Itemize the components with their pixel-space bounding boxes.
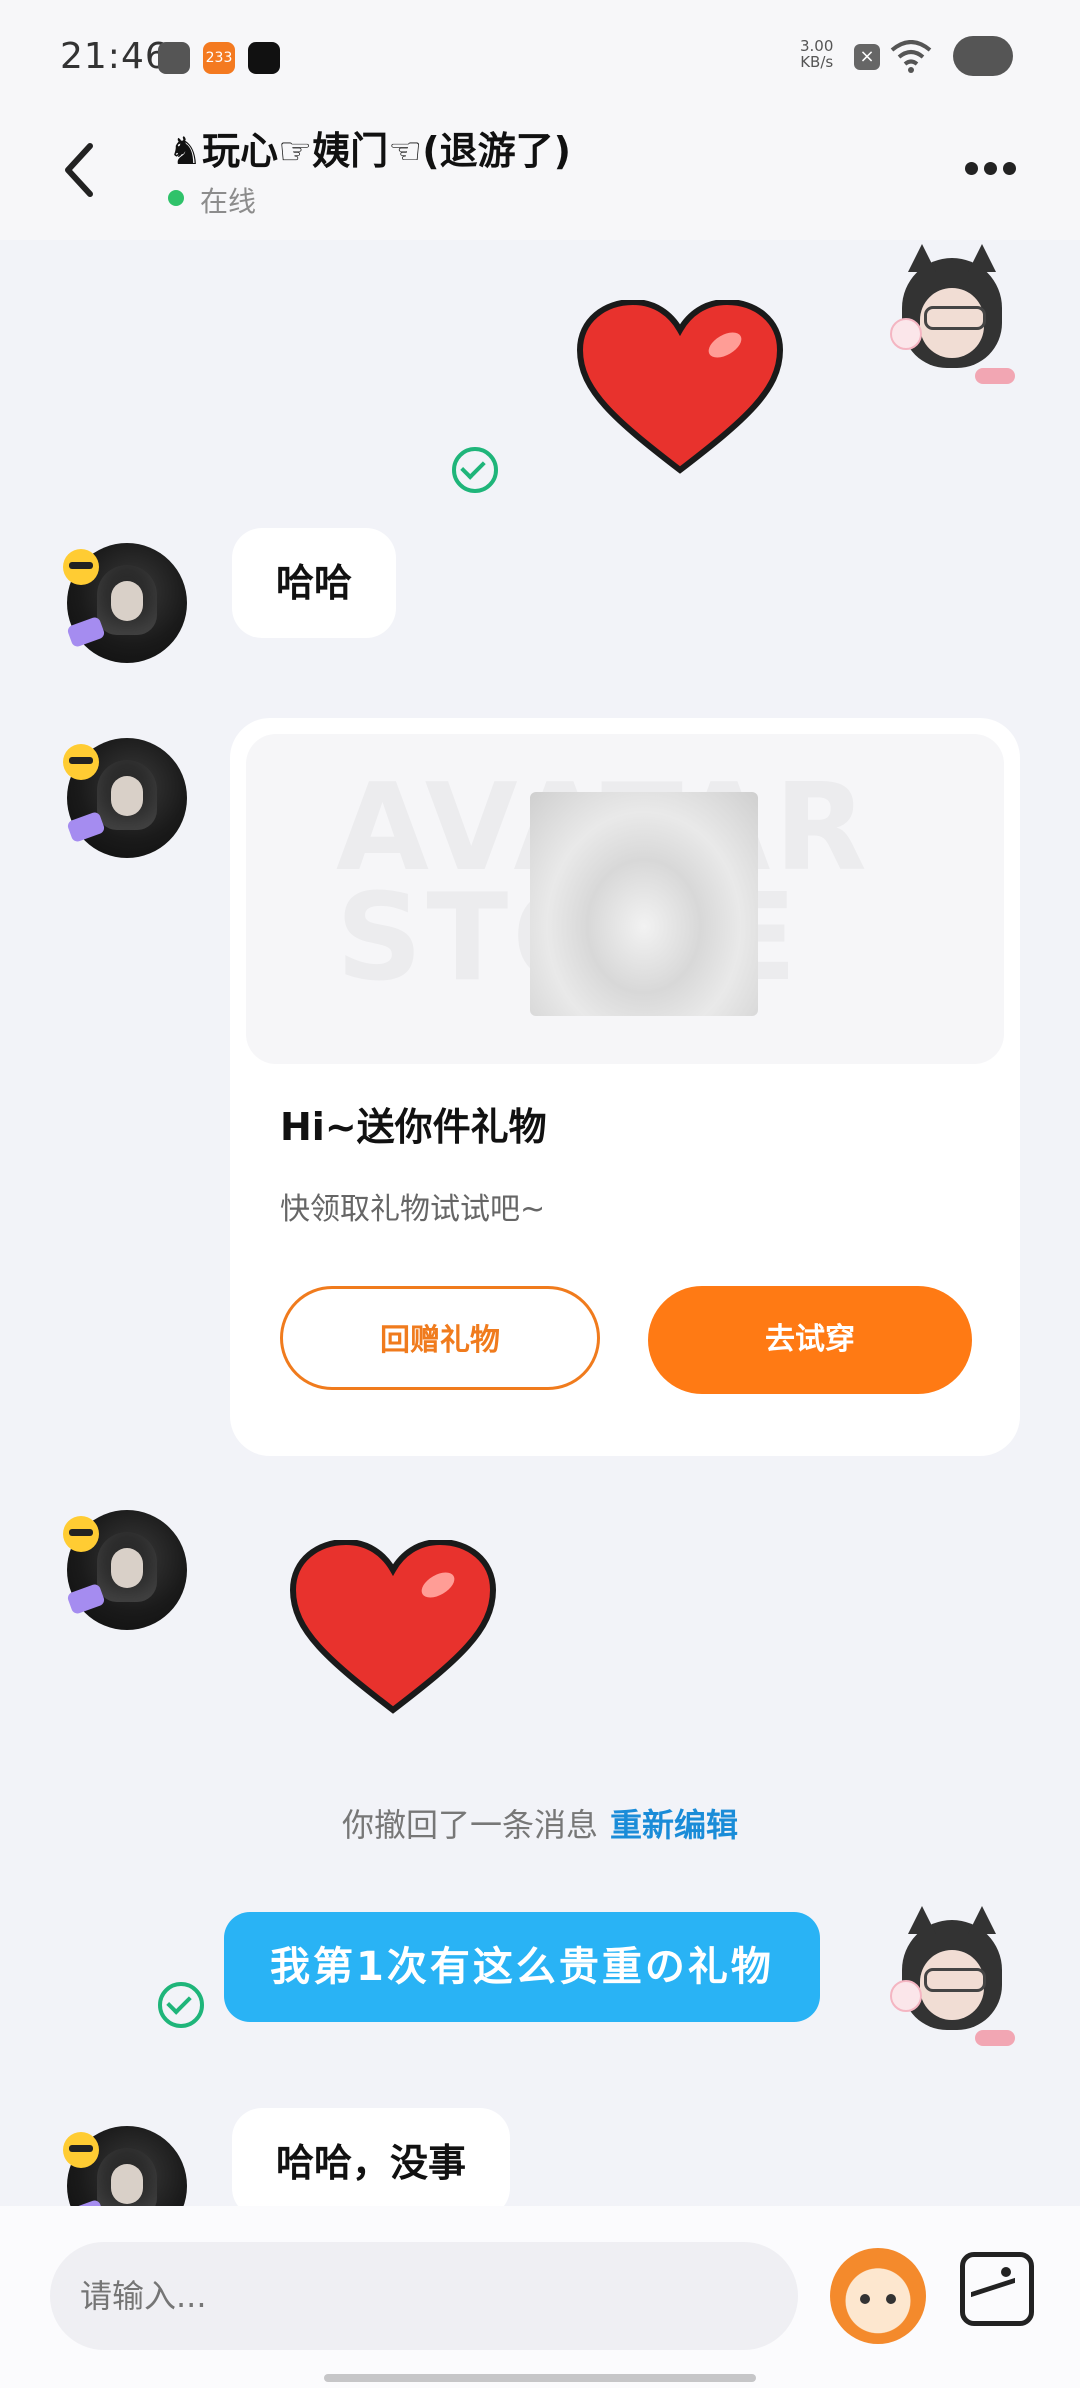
online-status-dot — [168, 190, 184, 206]
mask-icon — [158, 42, 190, 74]
re-edit-link[interactable]: 重新编辑 — [610, 1806, 738, 1844]
message-bubble-sent[interactable]: 我第1次有这么贵重の礼物 — [224, 1912, 820, 2022]
mascot-emoji-icon[interactable] — [830, 2248, 926, 2344]
status-time: 21:46 — [60, 36, 169, 77]
my-avatar[interactable] — [880, 1906, 1020, 2060]
net-speed: 3.00 KB/s — [800, 38, 833, 70]
net-speed-value: 3.00 — [800, 37, 834, 55]
contact-avatar[interactable] — [63, 738, 187, 858]
message-bubble-received[interactable]: 哈哈，没事 — [232, 2108, 511, 2218]
recall-notice-text: 你撤回了一条消息 — [341, 1806, 598, 1844]
message-input[interactable] — [50, 2242, 798, 2350]
net-speed-unit: KB/s — [800, 53, 834, 71]
heart-sticker-sent[interactable] — [575, 300, 785, 480]
try-on-button[interactable]: 去试穿 — [648, 1286, 972, 1394]
message-bubble-received[interactable]: 哈哈 — [232, 528, 397, 638]
gift-item-image — [530, 792, 758, 1016]
read-check-icon — [158, 1982, 204, 2028]
home-indicator[interactable] — [324, 2374, 756, 2382]
wifi-icon — [890, 40, 932, 73]
close-badge-icon: × — [854, 44, 880, 70]
more-options-icon[interactable] — [965, 160, 1025, 180]
gift-subtitle: 快领取礼物试试吧~ — [280, 1192, 546, 1227]
heart-sticker-received[interactable] — [288, 1540, 498, 1720]
recall-notice: 你撤回了一条消息 重新编辑 — [0, 1800, 1080, 1846]
contact-avatar[interactable] — [63, 1510, 187, 1630]
gift-title: Hi~送你件礼物 — [280, 1105, 547, 1149]
tiktok-icon — [248, 42, 280, 74]
online-status-text: 在线 — [200, 185, 257, 218]
back-arrow-icon[interactable] — [60, 140, 100, 200]
my-avatar[interactable] — [880, 244, 1020, 398]
app-233-badge: 233 — [205, 50, 233, 66]
gift-banner: AVATAR STORE — [246, 734, 1004, 1064]
gift-card[interactable]: AVATAR STORE Hi~送你件礼物 快领取礼物试试吧~ 回赠礼物 去试穿 — [230, 718, 1020, 1456]
app-233-icon: 233 — [203, 42, 235, 74]
read-check-icon — [452, 447, 498, 493]
cloud-icon — [953, 36, 1013, 76]
chat-title[interactable]: ♞玩心☞姨门☜(退游了) — [168, 120, 571, 175]
return-gift-button[interactable]: 回赠礼物 — [280, 1286, 600, 1390]
contact-avatar[interactable] — [63, 543, 187, 663]
image-picker-icon[interactable] — [960, 2252, 1034, 2326]
